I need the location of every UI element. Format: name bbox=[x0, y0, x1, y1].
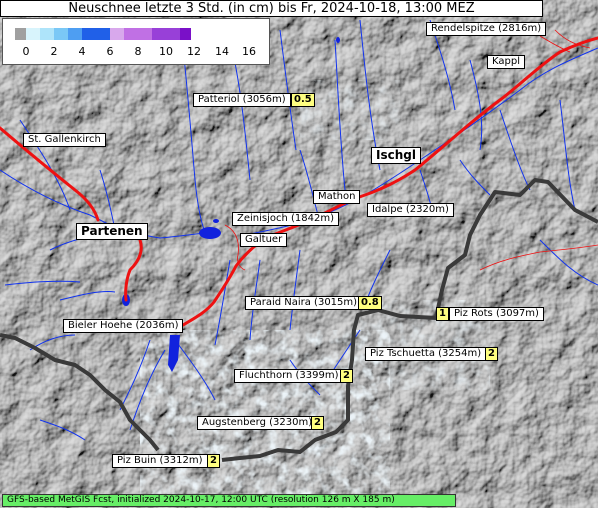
legend: 0 2 4 6 8 10 12 14 16 bbox=[2, 18, 270, 65]
place-label-patteriol: Patteriol (3056m) bbox=[193, 93, 291, 107]
snow-value-piz-tschuetta: 2 bbox=[485, 347, 498, 361]
legend-tick: 8 bbox=[134, 45, 142, 58]
place-label-paraid-naira: Paraid Naira (3015m) bbox=[245, 296, 363, 310]
place-label-piz-tschuetta: Piz Tschuetta (3254m) bbox=[365, 347, 487, 361]
legend-tick: 16 bbox=[242, 45, 256, 58]
legend-swatch bbox=[82, 28, 110, 40]
place-label-piz-rots: Piz Rots (3097m) bbox=[449, 307, 544, 321]
terrain-map bbox=[0, 0, 598, 508]
legend-swatch bbox=[124, 28, 152, 40]
legend-swatch bbox=[180, 28, 191, 40]
legend-tick: 12 bbox=[187, 45, 201, 58]
map-title: Neuschnee letzte 3 Std. (in cm) bis Fr, … bbox=[0, 0, 543, 17]
snow-value-fluchthorn: 2 bbox=[340, 369, 353, 383]
place-label-augstenberg: Augstenberg (3230m) bbox=[197, 416, 318, 430]
place-label-rendelspitze: Rendelspitze (2816m) bbox=[426, 22, 547, 36]
place-label-galtuer: Galtuer bbox=[240, 233, 288, 247]
legend-swatch bbox=[68, 28, 82, 40]
legend-ticks: 0 2 4 6 8 10 12 14 16 bbox=[3, 45, 269, 59]
legend-swatch bbox=[15, 28, 26, 40]
snow-map: Neuschnee letzte 3 Std. (in cm) bis Fr, … bbox=[0, 0, 598, 508]
legend-tick: 6 bbox=[106, 45, 114, 58]
forecast-footer: GFS-based MetGIS Fcst, initialized 2024-… bbox=[2, 494, 456, 507]
place-label-partenen: Partenen bbox=[76, 223, 148, 240]
legend-tick: 14 bbox=[215, 45, 229, 58]
legend-swatch bbox=[40, 28, 54, 40]
place-label-kappl: Kappl bbox=[487, 55, 525, 69]
place-label-mathon: Mathon bbox=[313, 190, 361, 204]
snow-value-patteriol: 0.5 bbox=[291, 93, 315, 107]
place-label-bieler-hoehe: Bieler Hoehe (2036m) bbox=[63, 319, 184, 333]
place-label-ischgl: Ischgl bbox=[371, 147, 421, 164]
legend-swatch bbox=[26, 28, 40, 40]
place-label-zeinisjoch: Zeinisjoch (1842m) bbox=[232, 212, 340, 226]
place-label-idalpe: Idalpe (2320m) bbox=[367, 203, 454, 217]
legend-tick: 0 bbox=[22, 45, 30, 58]
legend-swatch bbox=[54, 28, 68, 40]
place-label-fluchthorn: Fluchthorn (3399m) bbox=[234, 369, 344, 383]
snow-value-piz-rots: 1 bbox=[436, 307, 449, 321]
snow-value-augstenberg: 2 bbox=[311, 416, 324, 430]
place-label-st-gallenkirch: St. Gallenkirch bbox=[23, 133, 106, 147]
snow-value-paraid-naira: 0.8 bbox=[358, 296, 382, 310]
snow-value-piz-buin: 2 bbox=[207, 454, 220, 468]
legend-tick: 2 bbox=[50, 45, 58, 58]
place-label-piz-buin: Piz Buin (3312m) bbox=[112, 454, 208, 468]
legend-swatch bbox=[110, 28, 124, 40]
legend-tick: 4 bbox=[78, 45, 86, 58]
legend-swatch bbox=[152, 28, 180, 40]
legend-tick: 10 bbox=[159, 45, 173, 58]
legend-color-bar bbox=[15, 28, 191, 40]
